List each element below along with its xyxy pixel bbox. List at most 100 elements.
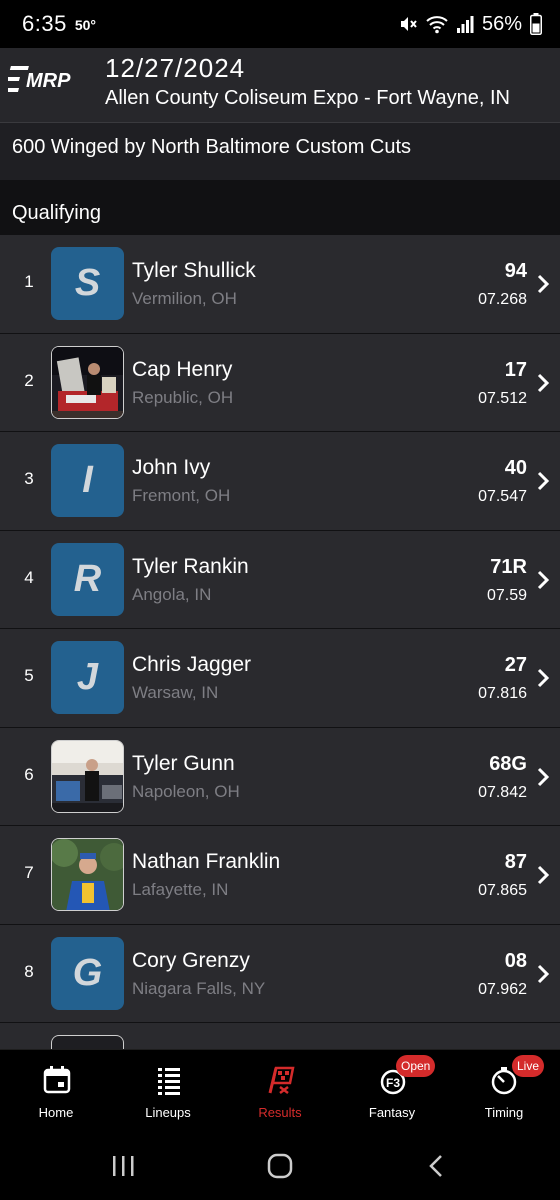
driver-avatar: I: [51, 444, 124, 517]
bottom-nav: Home Lineups Results F3 Open Fantasy Liv…: [0, 1049, 560, 1132]
result-row[interactable]: 5 J Chris Jagger Warsaw, IN 27 07.816: [0, 629, 560, 728]
car-number: 40: [504, 457, 527, 479]
car-number: 94: [504, 260, 527, 282]
calendar-icon: [43, 1066, 71, 1094]
lineups-icon: [158, 1068, 180, 1095]
section-header: Qualifying: [0, 180, 560, 235]
results-list[interactable]: 1 S Tyler Shullick Vermilion, OH 94 07.2…: [0, 235, 560, 1049]
status-icons: 56%: [398, 13, 542, 36]
result-row[interactable]: 8 G Cory Grenzy Niagara Falls, NY 08 07.…: [0, 924, 560, 1023]
battery-icon: [530, 13, 542, 35]
nav-lineups[interactable]: Lineups: [112, 1050, 224, 1133]
lap-time: 07.842: [478, 783, 527, 801]
driver-name: Tyler Rankin: [132, 554, 249, 578]
result-row[interactable]: 1 S Tyler Shullick Vermilion, OH 94 07.2…: [0, 235, 560, 334]
svg-text:MRP: MRP: [26, 70, 71, 92]
svg-text:F3: F3: [386, 1076, 400, 1090]
nav-timing[interactable]: Live Timing: [448, 1050, 560, 1133]
driver-name: Nathan Franklin: [132, 850, 281, 873]
lap-time: 07.962: [478, 980, 527, 998]
nav-label: Results: [258, 1105, 302, 1120]
battery-percent: 56%: [481, 12, 522, 35]
position: 4: [24, 567, 34, 587]
hometown: Lafayette, IN: [132, 880, 229, 899]
car-number: 71R: [490, 555, 527, 578]
chevron-right-icon: [537, 668, 550, 688]
car-number: 68G: [489, 752, 527, 775]
car-number: 27: [504, 654, 527, 676]
avatar-initial: J: [76, 656, 99, 698]
chevron-right-icon: [537, 767, 550, 786]
nav-home[interactable]: Home: [0, 1050, 112, 1133]
wifi-icon: [426, 16, 448, 34]
driver-photo: [51, 838, 124, 911]
hometown: Warsaw, IN: [132, 683, 219, 702]
lap-time: 07.816: [478, 685, 527, 702]
position: 1: [24, 272, 34, 291]
hometown: Niagara Falls, NY: [132, 978, 266, 998]
hometown: Republic, OH: [132, 387, 234, 407]
driver-photo: [51, 1035, 124, 1049]
car-number: 08: [504, 949, 527, 972]
signal-icon: [456, 16, 474, 33]
nav-label: Home: [38, 1105, 74, 1120]
result-row[interactable]: 6 Tyler Gunn Napoleon, OH 68G 07.842: [0, 727, 560, 826]
result-row-partial[interactable]: [0, 1023, 560, 1049]
chevron-right-icon: [537, 964, 550, 983]
live-badge: Live: [512, 1055, 545, 1077]
driver-name: Tyler Shullick: [132, 259, 256, 282]
result-row[interactable]: 2 Cap Henry Republic, OH 17 07.512: [0, 333, 560, 432]
position: 5: [24, 666, 34, 685]
car-number: 87: [504, 851, 527, 873]
lap-time: 07.865: [478, 882, 527, 899]
avatar-initial: G: [72, 951, 103, 994]
lap-time: 07.268: [478, 291, 527, 308]
position: 8: [24, 961, 34, 981]
nav-label: Fantasy: [368, 1105, 416, 1120]
mrp-logo[interactable]: MRP: [8, 62, 74, 96]
avatar-initial: I: [82, 459, 93, 501]
result-row[interactable]: 4 R Tyler Rankin Angola, IN 71R 07.59: [0, 530, 560, 629]
driver-avatar: J: [51, 641, 124, 714]
status-time: 6:35: [22, 11, 67, 36]
driver-name: John Ivy: [132, 456, 211, 479]
hometown: Vermilion, OH: [132, 289, 237, 308]
driver-avatar: R: [51, 542, 124, 616]
home-button-icon[interactable]: [267, 1153, 293, 1179]
mute-icon: [400, 17, 417, 31]
back-icon[interactable]: [428, 1154, 444, 1178]
chevron-right-icon: [537, 865, 550, 885]
driver-photo: [51, 345, 124, 419]
status-temperature: 50°: [74, 17, 96, 33]
avatar-initial: R: [73, 557, 102, 600]
class-title: 600 Winged by North Baltimore Custom Cut…: [12, 136, 412, 158]
avatar-initial: S: [74, 262, 101, 304]
driver-name: Chris Jagger: [132, 653, 252, 676]
hometown: Fremont, OH: [132, 486, 231, 505]
result-row[interactable]: 3 I John Ivy Fremont, OH 40 07.547: [0, 432, 560, 531]
result-row[interactable]: 7 Nathan Franklin Lafayette, IN 87 07.86…: [0, 826, 560, 925]
chevron-right-icon: [537, 570, 550, 589]
chevron-right-icon: [537, 471, 550, 491]
position: 3: [24, 469, 34, 488]
driver-name: Tyler Gunn: [132, 751, 235, 775]
position: 6: [24, 764, 34, 784]
nav-label: Lineups: [145, 1105, 191, 1120]
lap-time: 07.547: [478, 488, 527, 505]
event-header: MRP 12/27/2024 Allen County Coliseum Exp…: [0, 48, 560, 122]
nav-fantasy[interactable]: F3 Open Fantasy: [336, 1050, 448, 1133]
chevron-right-icon: [537, 274, 550, 294]
driver-name: Cap Henry: [132, 357, 233, 381]
lap-time: 07.59: [486, 586, 527, 604]
chevron-right-icon: [537, 373, 550, 392]
open-badge: Open: [396, 1055, 436, 1077]
nav-results[interactable]: Results: [224, 1050, 336, 1133]
recent-apps-icon[interactable]: [111, 1154, 135, 1178]
checkered-flag-icon: [268, 1066, 295, 1094]
lap-time: 07.512: [478, 389, 527, 407]
position: 7: [24, 863, 34, 882]
hometown: Angola, IN: [132, 584, 212, 604]
section-title: Qualifying: [12, 202, 101, 224]
class-bar: 600 Winged by North Baltimore Custom Cut…: [0, 122, 560, 180]
driver-photo: [51, 739, 124, 813]
